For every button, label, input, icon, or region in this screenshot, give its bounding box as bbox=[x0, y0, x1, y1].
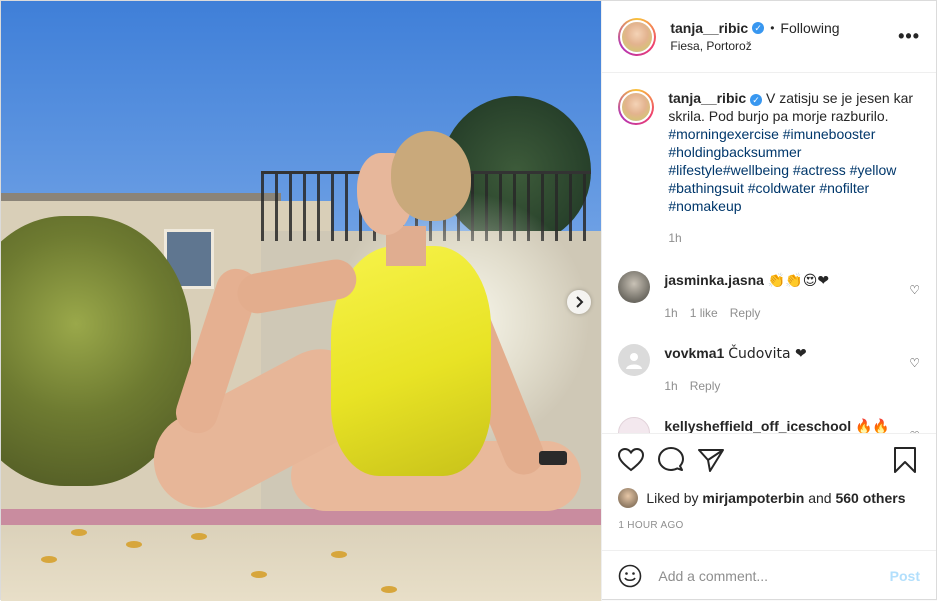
liker-username[interactable]: mirjampoterbin bbox=[702, 490, 804, 506]
comment-body: vovkma1 Čudovita ❤ 1h Reply bbox=[664, 344, 920, 395]
reply-button[interactable]: Reply bbox=[690, 377, 721, 395]
commenter-avatar[interactable] bbox=[618, 344, 651, 376]
photo-leaf bbox=[126, 541, 142, 548]
likes-text: Liked by mirjampoterbin and 560 others bbox=[646, 490, 905, 506]
post-timestamp[interactable]: 1 HOUR AGO bbox=[618, 520, 920, 531]
comment-bubble-icon[interactable] bbox=[658, 444, 698, 476]
emoji-smiley-icon[interactable] bbox=[618, 564, 642, 588]
photo-ground bbox=[1, 513, 602, 601]
comment-username[interactable]: kellysheffield_off_iceschool bbox=[664, 418, 851, 433]
photo-person-hair bbox=[391, 131, 471, 221]
post-photo[interactable] bbox=[1, 1, 602, 601]
comment-time: 1h bbox=[664, 379, 678, 393]
comment-username[interactable]: vovkma1 bbox=[664, 345, 724, 361]
caption-avatar-image bbox=[620, 91, 653, 123]
chevron-right-icon bbox=[576, 296, 584, 308]
caption-hashtags[interactable]: #morningexercise #imunebooster #holdingb… bbox=[668, 126, 896, 214]
likes-prefix: Liked by bbox=[646, 490, 699, 506]
comment-text: 🔥🔥 bbox=[854, 419, 890, 433]
caption: tanja__ribic ✓ V zatisju se je jesen kar… bbox=[618, 89, 920, 247]
photo-leaf bbox=[71, 529, 87, 536]
default-user-icon bbox=[626, 353, 643, 369]
likes-summary: Liked by mirjampoterbin and 560 others bbox=[618, 488, 920, 508]
comment-row: jasminka.jasna 👏👏😍❤ 1h 1 like Reply ♡ bbox=[618, 271, 920, 322]
heart-outline-icon bbox=[618, 448, 645, 472]
photo-leaf bbox=[191, 533, 207, 540]
comments-section[interactable]: tanja__ribic ✓ V zatisju se je jesen kar… bbox=[602, 73, 936, 433]
post-side-panel: tanja__ribic ✓ • Following Fiesa, Portor… bbox=[601, 1, 936, 601]
header-separator: • bbox=[770, 21, 775, 35]
comment-time: 1h bbox=[664, 306, 678, 320]
post-header: tanja__ribic ✓ • Following Fiesa, Portor… bbox=[602, 1, 936, 73]
action-bar bbox=[618, 442, 920, 478]
more-options-icon[interactable]: ••• bbox=[898, 26, 920, 47]
post-actions: Liked by mirjampoterbin and 560 others 1… bbox=[602, 433, 936, 550]
post-location[interactable]: Fiesa, Portorož bbox=[670, 39, 898, 53]
next-photo-button[interactable] bbox=[567, 290, 591, 314]
author-info: tanja__ribic ✓ • Following Fiesa, Portor… bbox=[670, 20, 898, 53]
caption-body: tanja__ribic ✓ V zatisju se je jesen kar… bbox=[668, 89, 920, 247]
caption-username[interactable]: tanja__ribic bbox=[668, 90, 746, 106]
comment-row: kellysheffield_off_iceschool 🔥🔥 ♡ bbox=[618, 417, 920, 433]
comment-likes[interactable]: 1 like bbox=[690, 304, 718, 322]
likes-others-link[interactable]: 560 others bbox=[835, 490, 905, 506]
speech-bubble-icon bbox=[658, 447, 685, 471]
author-username[interactable]: tanja__ribic bbox=[670, 20, 748, 36]
commenter-avatar[interactable] bbox=[618, 271, 651, 303]
post-comment-button[interactable]: Post bbox=[890, 568, 920, 584]
liker-avatar[interactable] bbox=[618, 488, 639, 508]
like-comment-heart-icon[interactable]: ♡ bbox=[909, 283, 920, 297]
photo-mat bbox=[1, 509, 602, 525]
caption-author-avatar[interactable] bbox=[618, 89, 655, 125]
comment-body: jasminka.jasna 👏👏😍❤ 1h 1 like Reply bbox=[664, 271, 920, 322]
like-heart-icon[interactable] bbox=[618, 444, 658, 476]
likes-and: and bbox=[808, 490, 832, 506]
save-bookmark-icon[interactable] bbox=[894, 444, 920, 476]
comment-meta: 1h 1 like Reply bbox=[664, 304, 920, 322]
comment-username[interactable]: jasminka.jasna bbox=[664, 272, 764, 288]
commenter-avatar[interactable] bbox=[618, 417, 651, 433]
add-comment-bar: Post bbox=[602, 550, 936, 601]
photo-person-watch bbox=[539, 451, 567, 465]
paper-plane-icon bbox=[698, 449, 725, 472]
verified-badge-icon: ✓ bbox=[752, 22, 765, 34]
instagram-post: tanja__ribic ✓ • Following Fiesa, Portor… bbox=[0, 0, 937, 601]
caption-time: 1h bbox=[668, 231, 682, 245]
comment-meta: 1h Reply bbox=[664, 377, 920, 395]
comment-body: kellysheffield_off_iceschool 🔥🔥 bbox=[664, 417, 920, 433]
author-avatar-image bbox=[620, 19, 655, 54]
following-button[interactable]: Following bbox=[780, 20, 839, 36]
reply-button[interactable]: Reply bbox=[730, 304, 761, 322]
like-comment-heart-icon[interactable]: ♡ bbox=[909, 429, 920, 433]
verified-badge-icon: ✓ bbox=[750, 94, 763, 106]
comment-text: 👏👏😍❤ bbox=[767, 273, 830, 289]
photo-leaf bbox=[331, 551, 347, 558]
author-avatar[interactable] bbox=[618, 17, 657, 56]
comment-text: Čudovita ❤ bbox=[728, 346, 807, 362]
photo-leaf bbox=[251, 571, 267, 578]
comment-input[interactable] bbox=[658, 568, 890, 584]
caption-meta: 1h bbox=[668, 229, 920, 247]
photo-leaf bbox=[41, 556, 57, 563]
photo-leaf bbox=[381, 586, 397, 593]
bookmark-icon bbox=[894, 447, 916, 473]
comment-row: vovkma1 Čudovita ❤ 1h Reply ♡ bbox=[618, 344, 920, 395]
like-comment-heart-icon[interactable]: ♡ bbox=[909, 356, 920, 370]
share-paper-plane-icon[interactable] bbox=[698, 444, 738, 476]
